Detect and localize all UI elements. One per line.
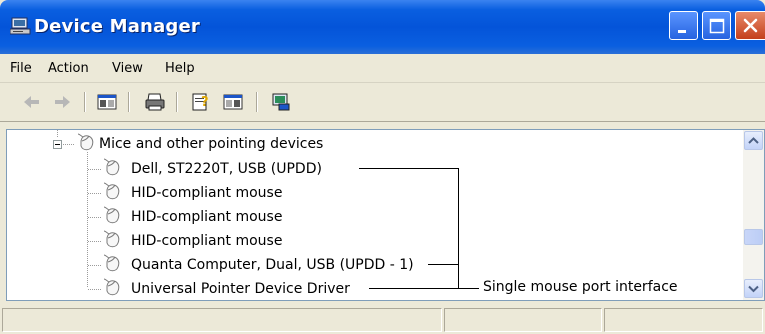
annotation-line: [458, 168, 459, 289]
maximize-icon: [709, 18, 725, 34]
scan-hardware-icon[interactable]: [270, 91, 292, 113]
device-manager-window: Device Manager File Action View Help ? M…: [0, 0, 765, 334]
tree-connector: [63, 144, 75, 145]
device-item[interactable]: Universal Pointer Device Driver: [131, 278, 350, 300]
tree-connector: [88, 289, 102, 290]
close-icon: [743, 18, 758, 33]
category-label[interactable]: Mice and other pointing devices: [99, 133, 323, 155]
tree-connector: [88, 265, 102, 266]
chevron-down-icon: [748, 285, 759, 293]
device-tree: Mice and other pointing devices Dell, ST…: [7, 130, 743, 300]
properties-help-icon[interactable]: ?: [190, 91, 212, 113]
tree-connector: [57, 130, 58, 138]
mouse-icon: [103, 254, 120, 272]
back-arrow-icon[interactable]: [20, 91, 42, 113]
properties-icon[interactable]: [222, 91, 244, 113]
print-icon[interactable]: [144, 91, 166, 113]
mouse-icon: [103, 182, 120, 200]
maximize-button[interactable]: [702, 11, 731, 40]
vertical-scrollbar[interactable]: [743, 130, 764, 300]
mouse-icon: [103, 278, 120, 296]
collapse-toggle[interactable]: [53, 140, 62, 149]
mouse-icon: [103, 206, 120, 224]
tree-connector: [88, 193, 102, 194]
toolbar: ?: [0, 83, 765, 122]
minimize-icon: [678, 30, 686, 33]
toolbar-separator: [84, 92, 86, 112]
scroll-down-button[interactable]: [744, 279, 763, 298]
tree-connector: [87, 152, 88, 288]
device-item[interactable]: HID-compliant mouse: [131, 230, 282, 252]
annotation-line: [369, 288, 479, 289]
tree-connector: [88, 217, 102, 218]
status-bar: [0, 303, 765, 334]
mouse-icon: [103, 230, 120, 248]
menu-help[interactable]: Help: [165, 61, 195, 76]
scroll-up-button[interactable]: [744, 131, 763, 150]
device-tree-pane: Mice and other pointing devices Dell, ST…: [6, 129, 765, 301]
menu-action[interactable]: Action: [48, 61, 89, 76]
scroll-thumb[interactable]: [744, 229, 763, 245]
annotation-line: [359, 168, 459, 169]
mouse-icon: [103, 158, 120, 176]
device-item[interactable]: Quanta Computer, Dual, USB (UPDD - 1): [131, 254, 414, 276]
annotation-label: Single mouse port interface: [483, 279, 678, 295]
menu-view[interactable]: View: [112, 61, 143, 76]
svg-text:?: ?: [201, 95, 209, 110]
window-title: Device Manager: [34, 16, 200, 37]
mouse-category-icon: [77, 133, 94, 151]
forward-arrow-icon[interactable]: [52, 91, 74, 113]
chevron-up-icon: [748, 137, 759, 144]
device-item[interactable]: HID-compliant mouse: [131, 182, 282, 204]
menu-bar: File Action View Help: [0, 54, 765, 83]
tree-connector: [88, 241, 102, 242]
status-pane-main: [2, 308, 442, 332]
tree-connector: [88, 169, 102, 170]
status-pane-tertiary: [604, 308, 763, 332]
toolbar-separator: [256, 92, 258, 112]
minimize-button[interactable]: [669, 11, 698, 40]
device-item[interactable]: HID-compliant mouse: [131, 206, 282, 228]
close-button[interactable]: [735, 11, 765, 40]
annotation-line: [428, 264, 459, 265]
show-hide-console-tree-icon[interactable]: [96, 91, 118, 113]
toolbar-separator: [176, 92, 178, 112]
status-pane-secondary: [444, 308, 602, 332]
menu-file[interactable]: File: [10, 61, 32, 76]
device-item[interactable]: Dell, ST2220T, USB (UPDD): [131, 158, 322, 180]
toolbar-separator: [128, 92, 130, 112]
title-bar[interactable]: Device Manager: [0, 0, 765, 54]
device-manager-icon: [10, 17, 31, 35]
